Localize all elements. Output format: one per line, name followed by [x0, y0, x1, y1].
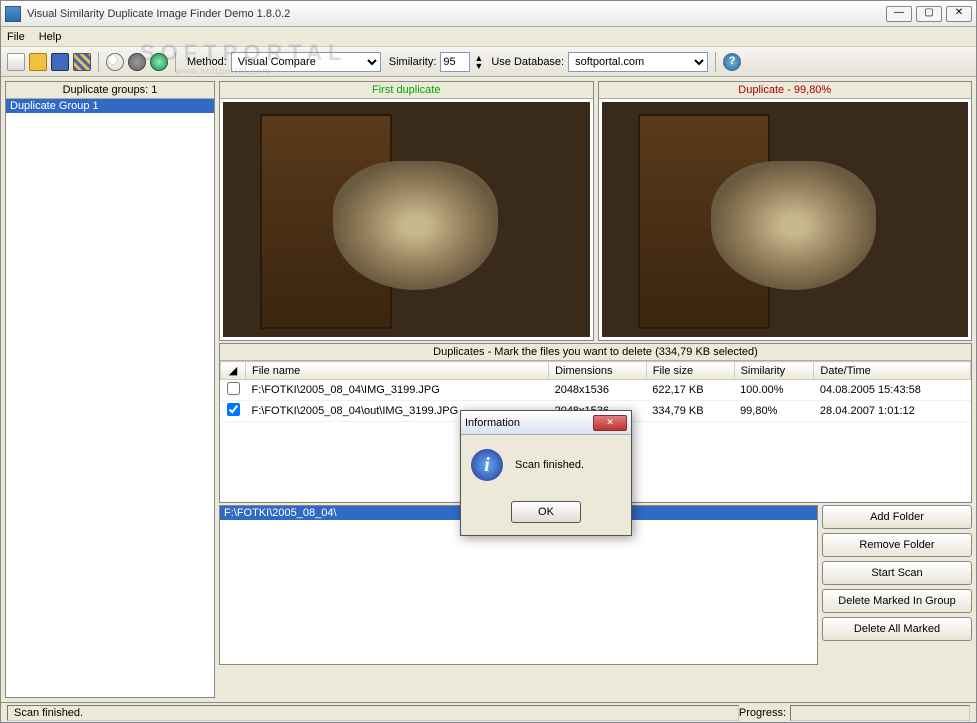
similarity-input[interactable] [440, 52, 470, 72]
delete-all-marked-button[interactable]: Delete All Marked [822, 617, 972, 641]
dialog-title: Information [465, 417, 593, 429]
duplicates-header: Duplicates - Mark the files you want to … [220, 344, 971, 361]
separator [175, 52, 176, 72]
action-buttons: Add Folder Remove Folder Start Scan Dele… [822, 505, 972, 665]
close-button[interactable]: ✕ [946, 6, 972, 22]
method-select[interactable]: Visual Compare [231, 52, 381, 72]
remove-folder-button[interactable]: Remove Folder [822, 533, 972, 557]
similarity-label: Similarity: [389, 56, 437, 68]
window-title: Visual Similarity Duplicate Image Finder… [27, 8, 886, 20]
preview-row: First duplicate Duplicate - 99,80% [219, 81, 972, 341]
groups-header: Duplicate groups: 1 [6, 82, 214, 99]
duplicate-label: Duplicate - 99,80% [599, 82, 972, 99]
new-icon[interactable] [7, 53, 25, 71]
right-panel: First duplicate Duplicate - 99,80% Dupli… [219, 81, 972, 698]
spinner-icon[interactable]: ▲▼ [474, 54, 483, 70]
duplicate-image [602, 102, 969, 337]
delete-marked-group-button[interactable]: Delete Marked In Group [822, 589, 972, 613]
col-similarity[interactable]: Similarity [734, 362, 814, 380]
cell-sim: 99,80% [734, 401, 814, 422]
progress-label: Progress: [739, 707, 786, 719]
ok-button[interactable]: OK [511, 501, 581, 523]
first-duplicate-label: First duplicate [220, 82, 593, 99]
settings-icon[interactable] [128, 53, 146, 71]
usedb-label: Use Database: [491, 56, 564, 68]
cell-dim: 2048x1536 [549, 380, 647, 401]
statusbar: Scan finished. Progress: [1, 702, 976, 722]
separator [715, 52, 716, 72]
menubar: File Help [1, 27, 976, 47]
app-icon [5, 6, 21, 22]
add-folder-button[interactable]: Add Folder [822, 505, 972, 529]
start-scan-button[interactable]: Start Scan [822, 561, 972, 585]
col-filename[interactable]: File name [246, 362, 549, 380]
globe-icon[interactable] [150, 53, 168, 71]
minimize-button[interactable]: — [886, 6, 912, 22]
info-icon: i [471, 449, 503, 481]
save-icon[interactable] [51, 53, 69, 71]
row-checkbox[interactable] [227, 382, 240, 395]
toolbar: Method: Visual Compare Similarity: ▲▼ Us… [1, 47, 976, 77]
col-filesize[interactable]: File size [646, 362, 734, 380]
cell-file: F:\FOTKI\2005_08_04\IMG_3199.JPG [246, 380, 549, 401]
status-text: Scan finished. [7, 705, 739, 721]
first-duplicate-image [223, 102, 590, 337]
method-label: Method: [187, 56, 227, 68]
help-icon[interactable]: ? [723, 53, 741, 71]
menu-file[interactable]: File [7, 31, 25, 43]
col-check[interactable]: ◢ [221, 362, 246, 380]
groups-list[interactable]: Duplicate Group 1 [6, 99, 214, 697]
col-dimensions[interactable]: Dimensions [549, 362, 647, 380]
dialog-titlebar: Information ✕ [461, 411, 631, 435]
save-as-icon[interactable] [73, 53, 91, 71]
dialog-message: Scan finished. [515, 459, 584, 471]
menu-help[interactable]: Help [39, 31, 62, 43]
cell-sim: 100.00% [734, 380, 814, 401]
cell-size: 334,79 KB [646, 401, 734, 422]
col-datetime[interactable]: Date/Time [814, 362, 971, 380]
maximize-button[interactable]: ▢ [916, 6, 942, 22]
table-row[interactable]: F:\FOTKI\2005_08_04\IMG_3199.JPG 2048x15… [221, 380, 971, 401]
groups-panel: Duplicate groups: 1 Duplicate Group 1 [5, 81, 215, 698]
zoom-icon[interactable] [106, 53, 124, 71]
duplicate-box: Duplicate - 99,80% [598, 81, 973, 341]
row-checkbox[interactable] [227, 403, 240, 416]
first-duplicate-box: First duplicate [219, 81, 594, 341]
progress-bar [790, 705, 970, 721]
main-area: Duplicate groups: 1 Duplicate Group 1 Fi… [1, 77, 976, 702]
cell-date: 04.08.2005 15:43:58 [814, 380, 971, 401]
database-select[interactable]: softportal.com [568, 52, 708, 72]
open-icon[interactable] [29, 53, 47, 71]
cell-size: 622,17 KB [646, 380, 734, 401]
info-dialog: Information ✕ i Scan finished. OK [460, 410, 632, 536]
main-window: Visual Similarity Duplicate Image Finder… [0, 0, 977, 723]
cell-date: 28.04.2007 1:01:12 [814, 401, 971, 422]
group-item[interactable]: Duplicate Group 1 [6, 99, 214, 113]
titlebar: Visual Similarity Duplicate Image Finder… [1, 1, 976, 27]
dialog-close-button[interactable]: ✕ [593, 415, 627, 431]
separator [98, 52, 99, 72]
